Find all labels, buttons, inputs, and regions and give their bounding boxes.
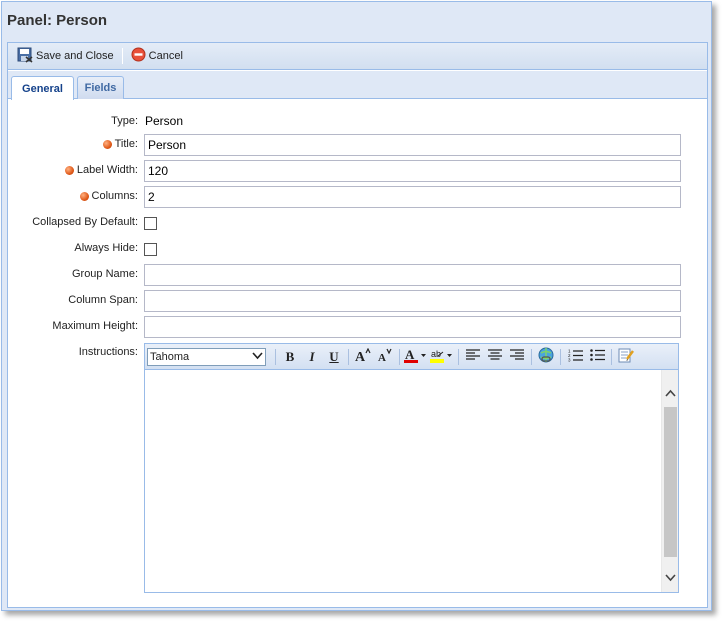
tab-fields[interactable]: Fields	[77, 76, 124, 99]
instructions-label: Instructions:	[78, 346, 138, 358]
cancel-icon	[131, 47, 146, 65]
group-name-label: Group Name:	[71, 268, 138, 280]
bold-button[interactable]: B	[279, 347, 301, 367]
toolbar: Save and Close Cancel	[8, 43, 707, 70]
column-span-input[interactable]	[144, 290, 681, 312]
save-icon	[17, 47, 33, 66]
increase-font-size-button[interactable]: A	[352, 347, 374, 367]
required-icon	[64, 165, 74, 175]
always-hide-checkbox[interactable]	[144, 243, 157, 256]
save-and-close-label: Save and Close	[36, 50, 114, 62]
highlight-color-button[interactable]: ab	[429, 347, 455, 367]
numbered-list-icon: 123	[568, 348, 583, 365]
collapsed-by-default-label: Collapsed By Default:	[32, 216, 138, 228]
general-form: Type: Person Title: Person Label Width: …	[8, 100, 707, 607]
link-icon	[538, 347, 554, 366]
window-title: Panel: Person	[7, 12, 108, 29]
align-left-button[interactable]	[462, 347, 484, 367]
font-select-value: Tahoma	[150, 350, 190, 363]
panel-window: Panel: Person Save and Close Cancel Gene…	[1, 1, 712, 611]
toolbar-separator	[560, 348, 561, 365]
label-width-input[interactable]: 120	[144, 160, 681, 182]
collapsed-by-default-checkbox[interactable]	[144, 217, 157, 230]
bulleted-list-button[interactable]	[586, 347, 608, 367]
align-center-icon	[488, 349, 502, 364]
font-color-button[interactable]: A	[403, 347, 429, 367]
tab-general[interactable]: General	[11, 76, 74, 100]
type-label: Type:	[111, 115, 138, 127]
underline-button[interactable]: U	[323, 347, 345, 367]
chevron-down-icon	[252, 351, 263, 363]
maximum-height-input[interactable]	[144, 316, 681, 338]
title-input[interactable]: Person	[144, 134, 681, 156]
tab-strip: General Fields	[8, 71, 707, 100]
cancel-button[interactable]: Cancel	[128, 45, 186, 67]
chevron-down-icon[interactable]	[662, 569, 678, 586]
italic-icon: I	[309, 348, 315, 364]
svg-text:A: A	[405, 347, 415, 362]
title-label: Title:	[102, 138, 138, 150]
toolbar-separator	[121, 48, 123, 64]
maximum-height-label: Maximum Height:	[52, 320, 138, 332]
column-span-label: Column Span:	[68, 294, 138, 306]
toolbar-separator	[611, 348, 612, 365]
highlight-color-icon: ab	[430, 347, 454, 366]
decrease-font-size-button[interactable]: A	[374, 347, 396, 367]
columns-label: Columns:	[79, 190, 138, 202]
editor-scrollbar[interactable]	[661, 370, 678, 592]
editor-toolbar: Tahoma B I U A A A ab 1 2 3	[145, 344, 678, 370]
toolbar-separator	[275, 348, 276, 365]
scrollbar-thumb[interactable]	[664, 407, 677, 557]
font-size-decrease-icon: A	[377, 348, 393, 365]
toolbar-separator	[458, 348, 459, 365]
font-select[interactable]: Tahoma	[147, 347, 266, 366]
font-color-icon: A	[404, 347, 428, 366]
italic-button[interactable]: I	[301, 347, 323, 367]
svg-text:3: 3	[568, 358, 571, 363]
type-value: Person	[145, 114, 184, 128]
panel-body: Save and Close Cancel General Fields Typ…	[7, 42, 708, 608]
cancel-label: Cancel	[148, 50, 183, 62]
align-right-icon	[510, 349, 524, 364]
columns-input[interactable]: 2	[144, 186, 681, 208]
svg-text:A: A	[355, 350, 366, 362]
toolbar-separator	[348, 348, 349, 365]
required-icon	[102, 139, 112, 149]
align-right-button[interactable]	[506, 347, 528, 367]
toolbar-separator	[531, 348, 532, 365]
source-edit-button[interactable]	[615, 347, 637, 367]
chevron-up-icon[interactable]	[662, 384, 678, 401]
toolbar-separator	[399, 348, 400, 365]
group-name-input[interactable]	[144, 264, 681, 286]
always-hide-label: Always Hide:	[74, 242, 138, 254]
bold-icon: B	[285, 348, 295, 364]
save-and-close-button[interactable]: Save and Close	[14, 45, 117, 68]
svg-text:A: A	[378, 352, 386, 362]
insert-link-button[interactable]	[535, 347, 557, 367]
numbered-list-button[interactable]: 123	[564, 347, 586, 367]
instructions-editor: Tahoma B I U A A A ab 1 2 3	[144, 343, 679, 593]
font-size-increase-icon: A	[355, 347, 371, 365]
align-center-button[interactable]	[484, 347, 506, 367]
underline-icon: U	[329, 348, 339, 364]
bulleted-list-icon	[589, 348, 605, 365]
source-edit-icon	[618, 347, 634, 366]
svg-text:ab: ab	[431, 349, 441, 359]
align-left-icon	[466, 349, 480, 364]
required-icon	[79, 191, 89, 201]
instructions-text-area[interactable]	[145, 370, 661, 592]
label-width-label: Label Width:	[64, 164, 138, 176]
